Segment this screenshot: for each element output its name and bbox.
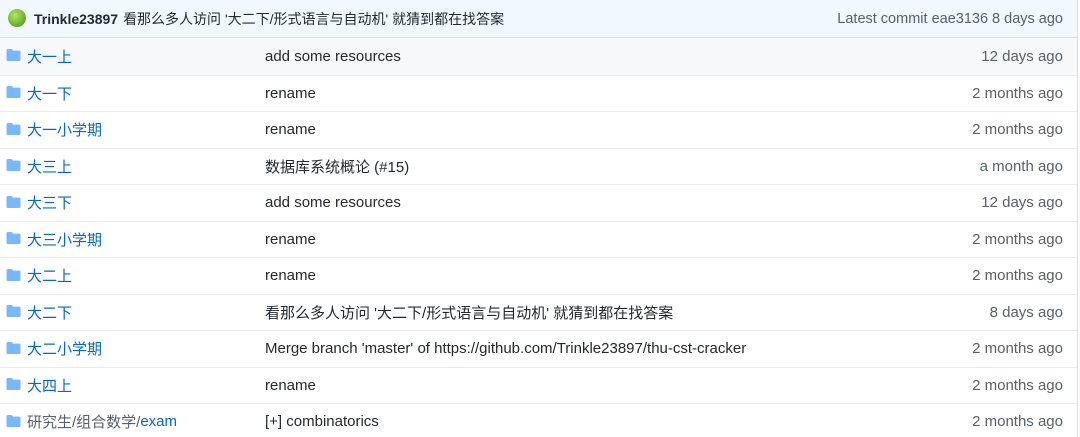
row-commit-message[interactable]: add some resources <box>265 194 401 211</box>
latest-commit-bar: Trinkle23897 看那么多人访问 '大二下/形式语言与自动机' 就猜到都… <box>0 0 1077 38</box>
commit-age-cell: 2 months ago <box>972 267 1063 285</box>
file-row: 大一下 rename 2 months ago <box>0 74 1077 112</box>
commit-age: 8 days ago <box>992 10 1063 27</box>
folder-icon <box>6 341 21 354</box>
commit-age-cell: a month ago <box>979 157 1063 175</box>
folder-icon <box>6 195 21 208</box>
file-table: Trinkle23897 看那么多人访问 '大二下/形式语言与自动机' 就猜到都… <box>0 0 1078 437</box>
directory-path-prefix: 研究生/组合数学/ <box>27 414 141 432</box>
folder-icon <box>6 268 21 281</box>
file-name-cell: 大二上 <box>0 265 258 286</box>
commit-age-cell: 2 months ago <box>972 413 1063 431</box>
file-row: 大一小学期 rename 2 months ago <box>0 111 1077 148</box>
row-commit-message[interactable]: rename <box>265 267 316 284</box>
commit-message-cell[interactable]: rename <box>258 267 972 284</box>
folder-icon <box>6 305 21 318</box>
commit-age-cell: 2 months ago <box>972 376 1063 394</box>
file-name-cell: 大三上 <box>0 156 258 177</box>
file-row: 大二上 rename 2 months ago <box>0 257 1077 294</box>
file-row: 大三下 add some resources 12 days ago <box>0 184 1077 221</box>
row-commit-message[interactable]: add some resources <box>265 48 401 65</box>
commit-message-cell[interactable]: [+] combinatorics <box>258 413 972 430</box>
directory-link[interactable]: 大二下 <box>27 302 72 323</box>
commit-message-cell[interactable]: rename <box>258 231 972 248</box>
directory-link[interactable]: 大一小学期 <box>27 119 102 140</box>
directory-link[interactable]: 大二上 <box>27 265 72 286</box>
row-commit-message[interactable]: [+] combinatorics <box>265 413 379 430</box>
commit-age-cell: 12 days ago <box>981 47 1063 65</box>
directory-link[interactable]: 大三下 <box>27 192 72 213</box>
directory-link[interactable]: 大三小学期 <box>27 229 102 250</box>
file-name-cell: 大二小学期 <box>0 338 258 359</box>
file-row: 大二下 看那么多人访问 '大二下/形式语言与自动机' 就猜到都在找答案 8 da… <box>0 293 1077 331</box>
directory-link[interactable]: exam <box>140 413 177 430</box>
avatar[interactable] <box>8 8 26 27</box>
file-name-cell: 大四上 <box>0 375 258 396</box>
row-commit-message[interactable]: rename <box>265 231 316 248</box>
commit-message-cell[interactable]: add some resources <box>258 194 981 211</box>
folder-icon <box>6 378 21 391</box>
file-name-cell: 大一小学期 <box>0 119 258 140</box>
commit-age-cell: 12 days ago <box>981 194 1063 212</box>
file-row: 大三小学期 rename 2 months ago <box>0 220 1077 258</box>
folder-icon <box>6 159 21 172</box>
row-commit-message[interactable]: 看那么多人访问 '大二下/形式语言与自动机' 就猜到都在找答案 <box>265 305 673 322</box>
row-commit-message[interactable]: Merge branch 'master' of https://github.… <box>265 340 746 357</box>
row-commit-message[interactable]: rename <box>265 121 316 138</box>
file-row: 大二小学期 Merge branch 'master' of https://g… <box>0 330 1077 367</box>
commit-message-cell[interactable]: rename <box>258 121 972 138</box>
directory-link[interactable]: 大一上 <box>27 46 72 67</box>
folder-icon <box>6 232 21 245</box>
latest-commit-info: Latest commit eae3136 8 days ago <box>837 11 1063 27</box>
file-name-cell: 大一下 <box>0 83 258 104</box>
directory-link[interactable]: 大二小学期 <box>27 338 102 359</box>
commit-message-cell[interactable]: rename <box>258 85 972 102</box>
commit-message-cell[interactable]: 数据库系统概论 (#15) <box>258 156 980 177</box>
commit-message-cell[interactable]: Merge branch 'master' of https://github.… <box>258 340 972 357</box>
commit-age-cell: 8 days ago <box>989 303 1063 321</box>
file-row: 大三上 数据库系统概论 (#15) a month ago <box>0 147 1077 185</box>
latest-commit-label: Latest commit <box>837 10 928 27</box>
file-name-cell: 研究生/组合数学/exam <box>0 411 258 432</box>
row-commit-message[interactable]: rename <box>265 85 316 102</box>
folder-icon <box>6 49 21 62</box>
commit-message-link[interactable]: 看那么多人访问 '大二下/形式语言与自动机' 就猜到都在找答案 <box>123 9 837 29</box>
directory-link[interactable]: 大三上 <box>27 156 72 177</box>
file-name-cell: 大二下 <box>0 302 258 323</box>
directory-link[interactable]: 大四上 <box>27 375 72 396</box>
file-name-cell: 大三小学期 <box>0 229 258 250</box>
commit-age-cell: 2 months ago <box>972 121 1063 139</box>
commit-message-cell[interactable]: 看那么多人访问 '大二下/形式语言与自动机' 就猜到都在找答案 <box>258 302 990 323</box>
directory-link[interactable]: 大一下 <box>27 83 72 104</box>
commit-message-cell[interactable]: rename <box>258 377 972 394</box>
file-row: 大一上 add some resources 12 days ago <box>0 38 1077 75</box>
row-commit-message[interactable]: 数据库系统概论 (#15) <box>265 159 409 176</box>
row-commit-message[interactable]: rename <box>265 377 316 394</box>
commit-author-link[interactable]: Trinkle23897 <box>34 11 118 27</box>
commit-age-cell: 2 months ago <box>972 340 1063 358</box>
folder-icon <box>6 86 21 99</box>
file-row: 研究生/组合数学/exam [+] combinatorics 2 months… <box>0 403 1077 437</box>
file-row: 大四上 rename 2 months ago <box>0 366 1077 404</box>
file-name-cell: 大三下 <box>0 192 258 213</box>
folder-icon <box>6 122 21 135</box>
commit-message-cell[interactable]: add some resources <box>258 48 981 65</box>
commit-sha-link[interactable]: eae3136 <box>932 11 988 27</box>
commit-age-cell: 2 months ago <box>972 230 1063 248</box>
commit-age-cell: 2 months ago <box>972 84 1063 102</box>
file-name-cell: 大一上 <box>0 46 258 67</box>
folder-icon <box>6 414 21 427</box>
